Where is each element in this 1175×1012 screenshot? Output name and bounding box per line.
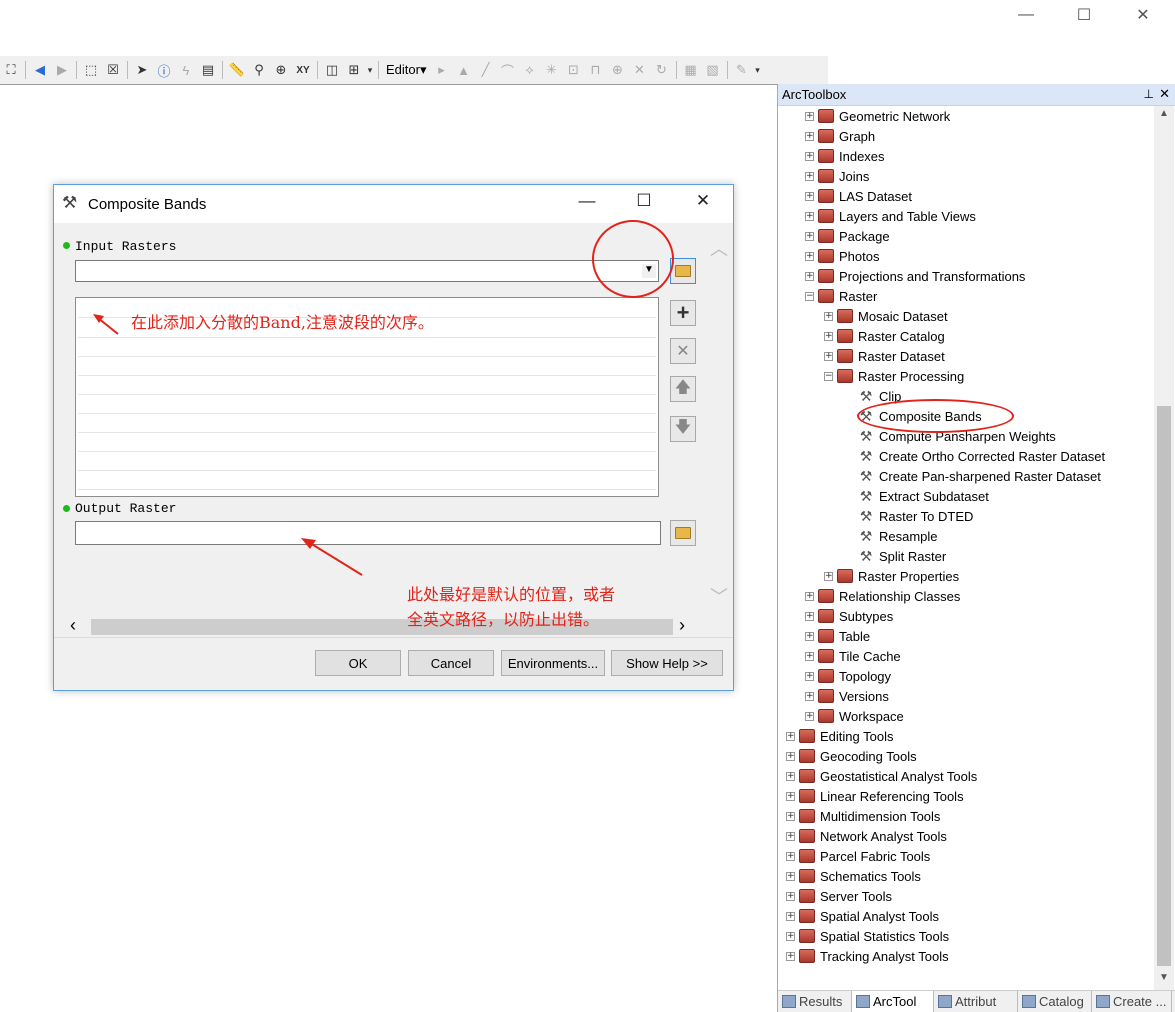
- annotation-arrows: [93, 314, 363, 576]
- annotation-arrow-output: [309, 542, 363, 576]
- annotation-arrow-list: [97, 317, 119, 335]
- annotation-arrowhead-output: [301, 538, 316, 549]
